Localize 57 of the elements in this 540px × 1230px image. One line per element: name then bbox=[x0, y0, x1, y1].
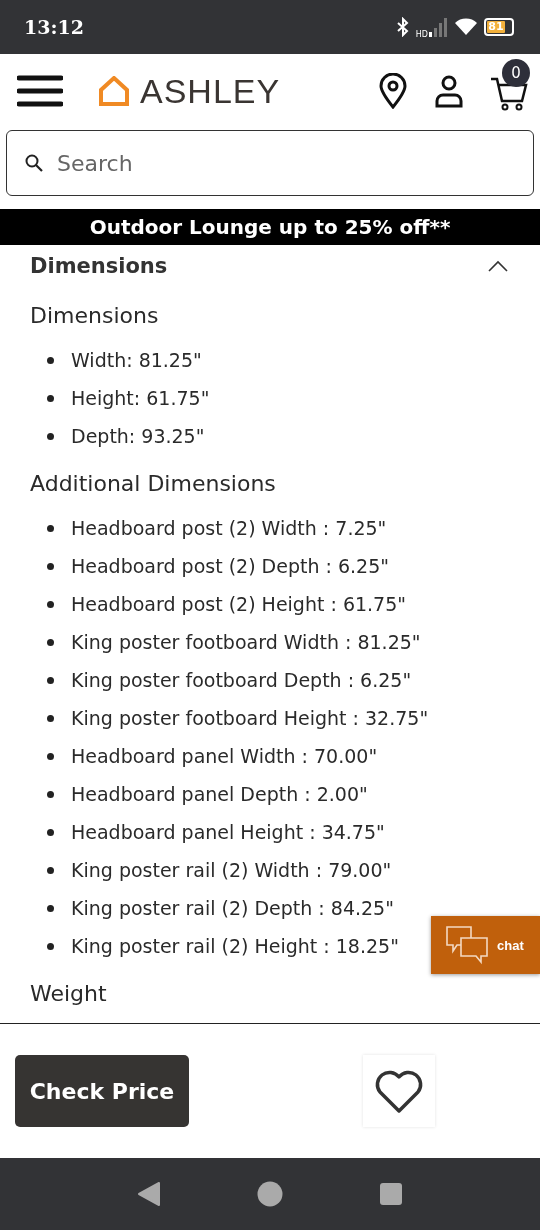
dimension-item: King poster rail (2) Width : 79.00" bbox=[71, 859, 392, 881]
bullet-icon bbox=[47, 432, 54, 440]
section-title: Dimensions bbox=[30, 254, 168, 278]
wifi-icon bbox=[454, 17, 478, 37]
dimension-item: Headboard panel Height : 34.75" bbox=[71, 821, 385, 843]
account-icon[interactable] bbox=[434, 74, 464, 108]
recents-icon[interactable] bbox=[379, 1182, 403, 1206]
group-heading: Weight bbox=[30, 980, 108, 1008]
bullet-icon bbox=[47, 676, 54, 684]
bullet-icon bbox=[47, 790, 54, 798]
clock: 13:12 bbox=[24, 16, 84, 38]
dimension-item: King poster footboard Depth : 6.25" bbox=[71, 669, 412, 691]
bluetooth-icon bbox=[395, 17, 410, 37]
dimension-item: Headboard post (2) Depth : 6.25" bbox=[71, 555, 389, 577]
bullet-icon bbox=[47, 752, 54, 760]
dimension-item: Headboard panel Width : 70.00" bbox=[71, 745, 378, 767]
dimension-item: Depth: 93.25" bbox=[71, 425, 205, 447]
dimension-item: King poster footboard Height : 32.75" bbox=[71, 707, 429, 729]
logo[interactable]: ASHLEY bbox=[140, 71, 281, 111]
dimension-item: Headboard panel Depth : 2.00" bbox=[71, 783, 368, 805]
dimension-item: King poster rail (2) Height : 18.25" bbox=[71, 935, 399, 957]
dimension-item: Width: 81.25" bbox=[71, 349, 202, 371]
location-pin-icon[interactable] bbox=[378, 73, 408, 109]
bullet-icon bbox=[47, 356, 54, 364]
group-heading: Additional Dimensions bbox=[30, 470, 277, 498]
bullet-icon bbox=[47, 828, 54, 836]
bullet-icon bbox=[47, 866, 54, 874]
dimension-item: Height: 61.75" bbox=[71, 387, 210, 409]
promo-banner[interactable]: Outdoor Lounge up to 25% off** bbox=[0, 209, 540, 245]
bullet-icon bbox=[47, 904, 54, 912]
heart-icon bbox=[374, 1068, 424, 1114]
bullet-icon bbox=[47, 600, 54, 608]
signal-icon bbox=[428, 17, 448, 37]
dimension-item: King poster rail (2) Depth : 84.25" bbox=[71, 897, 394, 919]
chevron-icon[interactable] bbox=[488, 260, 508, 272]
bullet-icon bbox=[47, 638, 54, 646]
back-icon[interactable] bbox=[137, 1181, 161, 1207]
chat-bubbles-icon bbox=[445, 925, 489, 965]
network-type: HD bbox=[415, 29, 428, 39]
bullet-icon bbox=[47, 714, 54, 722]
chat-button[interactable]: chat bbox=[431, 916, 540, 974]
dimension-item: King poster footboard Width : 81.25" bbox=[71, 631, 421, 653]
house-icon bbox=[98, 76, 130, 106]
bullet-icon bbox=[47, 394, 54, 402]
battery-level: 81 bbox=[487, 21, 505, 33]
dimension-item: Headboard post (2) Width : 7.25" bbox=[71, 517, 387, 539]
home-icon[interactable] bbox=[257, 1181, 283, 1207]
menu-icon[interactable] bbox=[17, 75, 63, 107]
bullet-icon bbox=[47, 524, 54, 532]
search-field[interactable]: Search bbox=[6, 130, 534, 196]
group-heading: Dimensions bbox=[30, 302, 160, 330]
bullet-icon bbox=[47, 942, 54, 950]
bullet-icon bbox=[47, 562, 54, 570]
search-icon bbox=[25, 154, 43, 172]
check-price-button[interactable]: Check Price bbox=[15, 1055, 189, 1127]
cart-count-badge: 0 bbox=[502, 59, 530, 87]
dimension-item: Headboard post (2) Height : 61.75" bbox=[71, 593, 407, 615]
